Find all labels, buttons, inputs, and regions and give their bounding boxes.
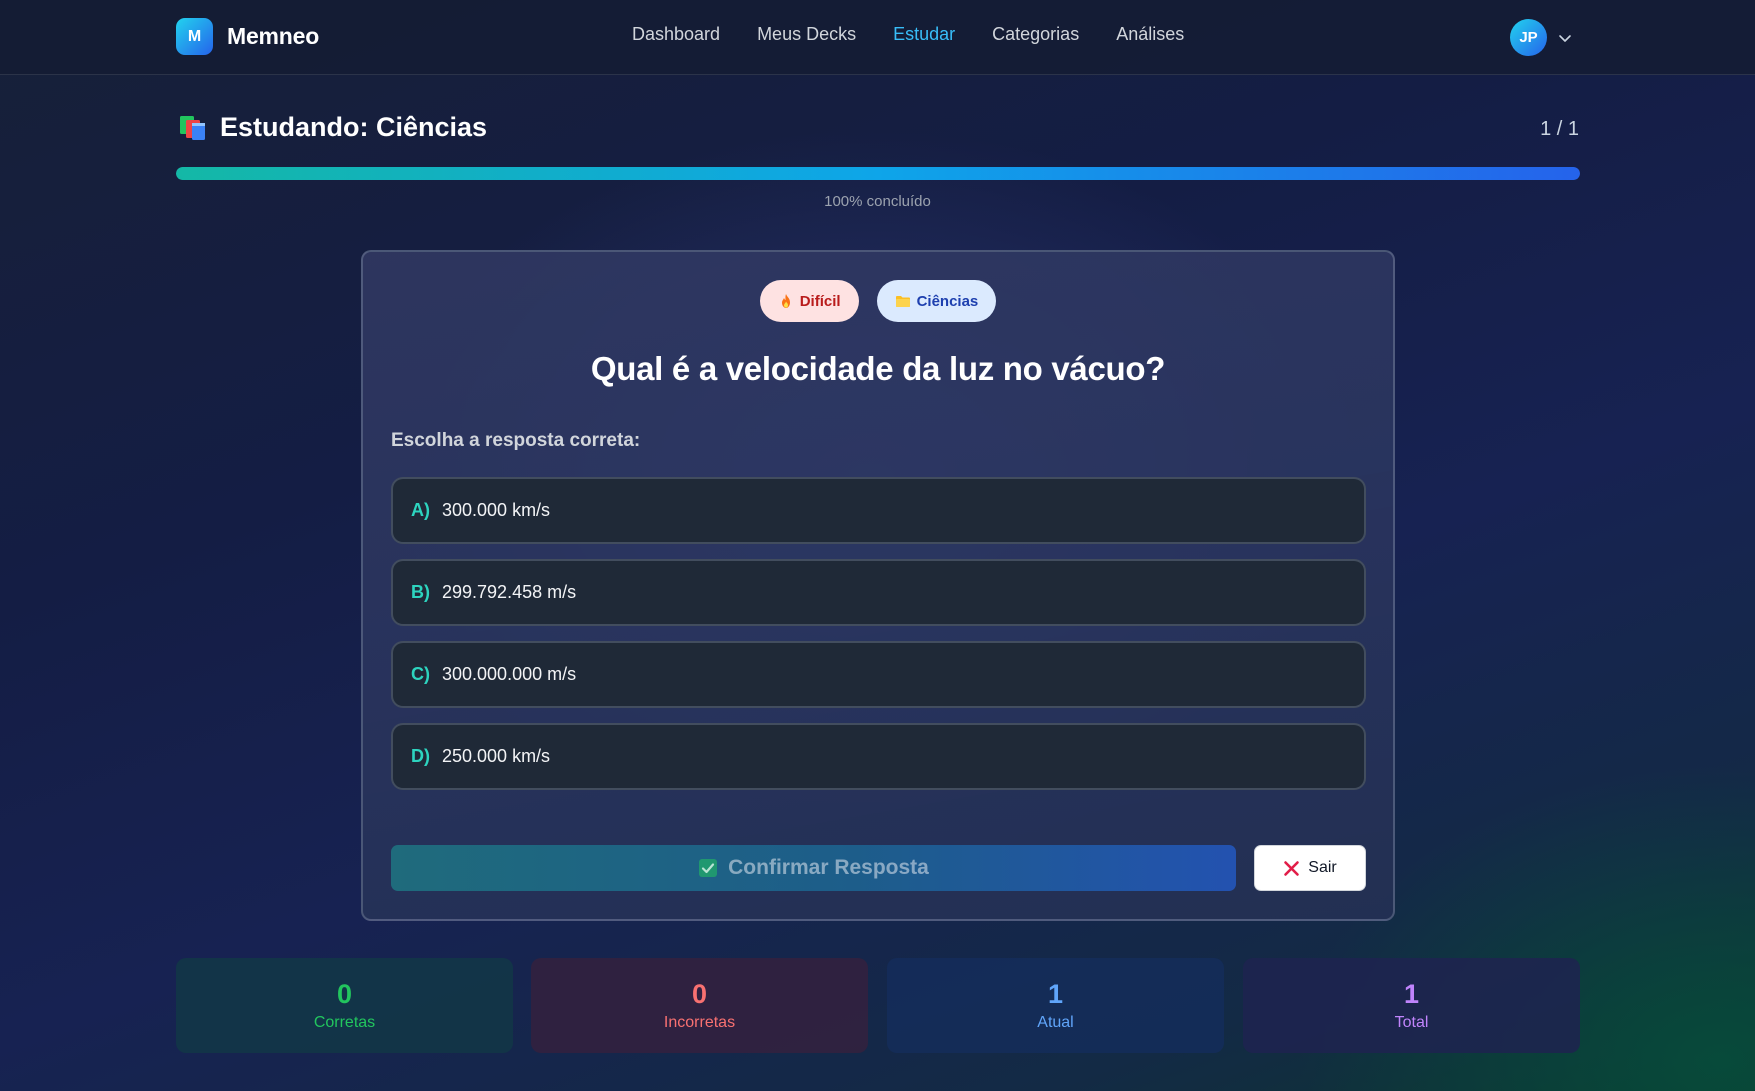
question-card: Difícil Ciências Qual é a velocidade da …	[361, 250, 1395, 921]
close-icon	[1284, 860, 1300, 876]
stat-total-label: Total	[1394, 1014, 1429, 1031]
nav-item-meus-decks[interactable]: Meus Decks	[757, 24, 856, 45]
card-counter: 1 / 1	[1540, 118, 1579, 140]
avatar[interactable]: JP	[1510, 19, 1547, 56]
exit-button[interactable]: Sair	[1254, 845, 1366, 891]
stat-incorrect-label: Incorretas	[663, 1014, 736, 1031]
stat-incorrect: 0 Incorretas	[531, 958, 868, 1053]
exit-label: Sair	[1308, 859, 1337, 876]
confirm-label: Confirmar Resposta	[728, 856, 929, 879]
stat-current: 1 Atual	[887, 958, 1224, 1053]
answer-option-d[interactable]: D) 250.000 km/s	[391, 723, 1366, 790]
card-actions: Confirmar Resposta Sair	[391, 845, 1366, 891]
option-letter: B)	[411, 582, 430, 602]
fire-icon	[781, 294, 790, 308]
answer-option-b[interactable]: B) 299.792.458 m/s	[391, 559, 1366, 626]
nav-item-analises[interactable]: Análises	[1116, 24, 1184, 45]
question-tags: Difícil Ciências	[363, 280, 1393, 322]
stat-total-value: 1	[1403, 979, 1420, 1009]
brand[interactable]: M Memneo	[176, 18, 319, 55]
answer-instruction: Escolha a resposta correta:	[391, 430, 641, 451]
chevron-down-icon[interactable]	[1557, 30, 1573, 46]
progress-bar-fill	[176, 167, 1580, 180]
option-text: 299.792.458 m/s	[442, 582, 577, 602]
category-label: Ciências	[916, 292, 979, 310]
option-text: 300.000.000 m/s	[442, 664, 577, 684]
nav-item-estudar[interactable]: Estudar	[893, 24, 955, 45]
stat-correct-label: Corretas	[313, 1014, 376, 1031]
progress-bar	[176, 167, 1580, 180]
stat-total: 1 Total	[1243, 958, 1580, 1053]
progress-label: 100% concluído	[824, 193, 931, 210]
study-header: Estudando: Ciências	[178, 112, 487, 143]
option-text: 300.000 km/s	[442, 500, 551, 520]
option-text: 250.000 km/s	[442, 746, 551, 766]
answer-option-c[interactable]: C) 300.000.000 m/s	[391, 641, 1366, 708]
confirm-answer-button[interactable]: Confirmar Resposta	[391, 845, 1236, 891]
answer-option-a[interactable]: A) 300.000 km/s	[391, 477, 1366, 544]
top-navigation-bar: M Memneo Dashboard Meus Decks Estudar Ca…	[0, 0, 1755, 75]
nav-item-categorias[interactable]: Categorias	[992, 24, 1079, 45]
page-title: Estudando: Ciências	[220, 112, 488, 142]
main-nav: Dashboard Meus Decks Estudar Categorias …	[632, 24, 1184, 45]
stat-incorrect-value: 0	[691, 979, 708, 1009]
user-menu[interactable]: JP	[1510, 19, 1573, 56]
difficulty-badge: Difícil	[759, 280, 859, 322]
difficulty-label: Difícil	[799, 292, 841, 310]
option-letter: C)	[411, 664, 430, 684]
stat-current-value: 1	[1047, 979, 1064, 1009]
stat-correct: 0 Corretas	[176, 958, 513, 1053]
folder-icon	[895, 296, 910, 307]
category-badge: Ciências	[876, 280, 997, 322]
option-letter: D)	[411, 746, 430, 766]
stat-current-label: Atual	[1037, 1014, 1074, 1031]
nav-item-dashboard[interactable]: Dashboard	[632, 24, 720, 45]
stat-correct-value: 0	[336, 979, 353, 1009]
app-name: Memneo	[227, 23, 320, 49]
answer-options: A) 300.000 km/s B) 299.792.458 m/s C) 30…	[391, 477, 1366, 805]
option-letter: A)	[411, 500, 430, 520]
app-logo-icon: M	[176, 18, 213, 55]
question-text: Qual é a velocidade da luz no vácuo?	[590, 350, 1166, 387]
study-stats: 0 Corretas 0 Incorretas 1 Atual 1 Total	[176, 958, 1580, 1053]
checkbox-check-icon	[699, 859, 718, 877]
books-icon	[180, 115, 205, 140]
